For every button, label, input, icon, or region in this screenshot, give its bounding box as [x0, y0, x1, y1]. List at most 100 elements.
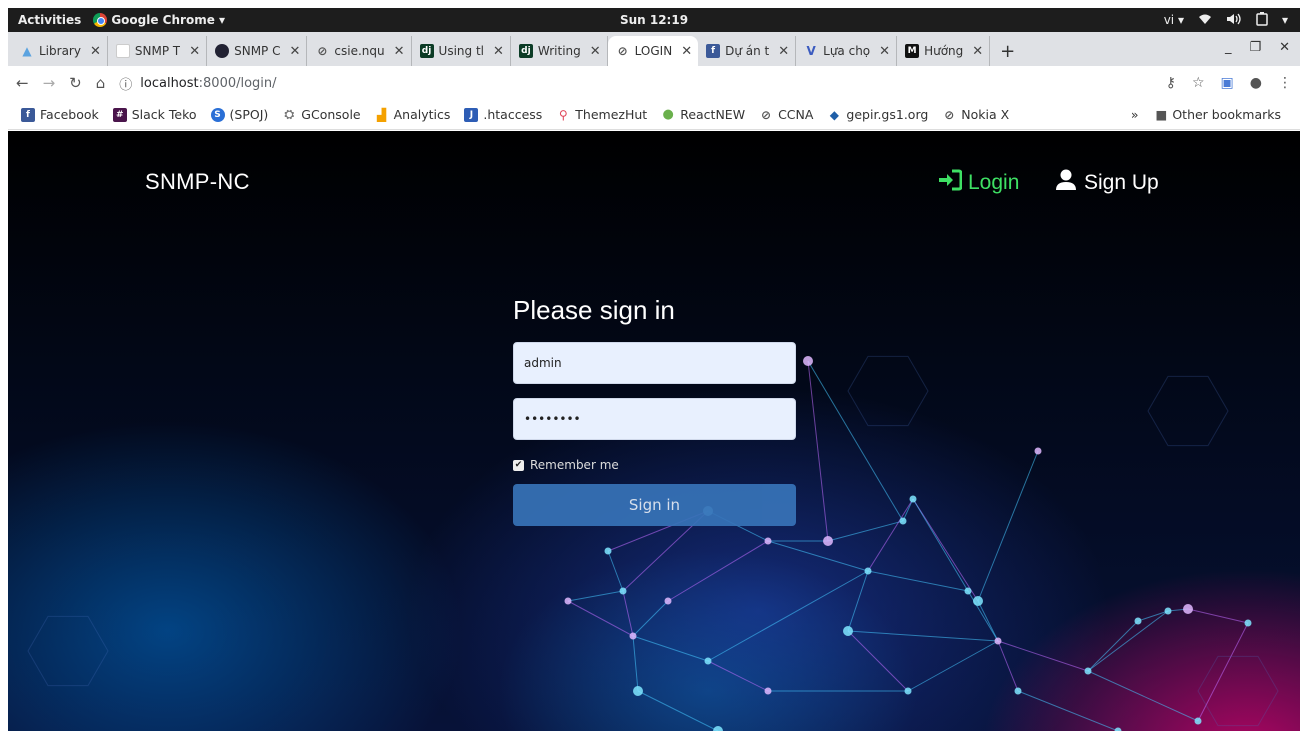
network-node [909, 495, 917, 503]
tab-writing[interactable]: dj Writing ✕ [511, 36, 608, 66]
globe-icon: ⊘ [944, 107, 955, 122]
menu-kebab-icon[interactable]: ⋮ [1278, 75, 1292, 91]
bookmark-analytics[interactable]: ▟ Analytics [368, 107, 458, 122]
translate-extension-icon[interactable]: ▣ [1221, 75, 1234, 91]
restore-icon[interactable]: ❐ [1249, 40, 1261, 55]
close-window-icon[interactable]: ✕ [1279, 40, 1290, 55]
network-edge [1087, 620, 1139, 672]
close-icon[interactable]: ✕ [879, 44, 890, 59]
tab-huong[interactable]: M Hướng ✕ [897, 36, 991, 66]
tab-using[interactable]: dj Using tl ✕ [412, 36, 511, 66]
battery-icon[interactable] [1256, 11, 1268, 29]
wifi-icon[interactable] [1198, 13, 1212, 28]
tab-snmp-t[interactable]: SNMP T ✕ [108, 36, 208, 66]
network-node [823, 536, 833, 546]
network-edge [707, 660, 769, 692]
network-node [629, 632, 637, 640]
network-node [973, 596, 983, 606]
new-tab-button[interactable]: + [990, 36, 1025, 66]
forward-arrow-icon[interactable]: → [43, 74, 56, 92]
network-edge [667, 540, 769, 602]
more-bookmarks-chevron[interactable]: » [1131, 107, 1139, 122]
hexagon-decoration [27, 615, 109, 687]
network-node [1194, 717, 1202, 725]
globe-icon: ⊘ [617, 44, 628, 58]
bookmark-htaccess[interactable]: J .htaccess [457, 107, 549, 122]
app-menu[interactable]: Google Chrome ▾ [93, 13, 225, 27]
tab-du-an[interactable]: f Dự án t ✕ [698, 36, 797, 66]
network-edge [707, 570, 869, 662]
system-tray[interactable]: vi ▾ ▾ [1164, 11, 1288, 29]
globe-icon: ⊘ [317, 44, 328, 58]
network-edge [1087, 610, 1169, 672]
close-icon[interactable]: ✕ [290, 44, 301, 59]
close-icon[interactable]: ✕ [394, 44, 405, 59]
bookmark-label: .htaccess [483, 107, 543, 122]
nav-login-link[interactable]: Login [938, 169, 1019, 197]
info-icon[interactable]: ⓘ [119, 74, 132, 93]
password-input[interactable] [513, 398, 796, 440]
slack-icon: # [112, 107, 127, 122]
tab-csie[interactable]: ⊘ csie.nqu ✕ [307, 36, 412, 66]
network-edge [632, 635, 709, 662]
bookmark-slack-teko[interactable]: # Slack Teko [106, 107, 204, 122]
medium-icon: M [905, 44, 920, 58]
network-edge [607, 550, 624, 592]
leaf-icon: ● [662, 107, 674, 122]
close-icon[interactable]: ✕ [681, 44, 692, 59]
other-bookmarks-folder[interactable]: ■ Other bookmarks [1149, 107, 1288, 122]
app-menu-label: Google Chrome ▾ [111, 13, 226, 27]
activities-button[interactable]: Activities [8, 13, 93, 27]
reload-icon[interactable]: ↻ [69, 74, 82, 92]
sign-in-button[interactable]: Sign in [513, 484, 796, 526]
gconsole-icon: ⛭ [284, 107, 295, 121]
system-menu-chevron-icon[interactable]: ▾ [1282, 13, 1288, 27]
close-icon[interactable]: ✕ [778, 44, 789, 59]
site-brand[interactable]: SNMP-NC [145, 169, 250, 195]
close-icon[interactable]: ✕ [590, 44, 601, 59]
tab-library[interactable]: ▲ Library ✕ [12, 36, 108, 66]
tab-title: SNMP T [134, 44, 181, 58]
tab-login[interactable]: ⊘ LOGIN ✕ [607, 36, 699, 66]
address-bar[interactable]: ⓘ localhost:8000/login/ [119, 70, 1151, 96]
network-edge [567, 590, 624, 602]
input-method-indicator[interactable]: vi ▾ [1164, 13, 1184, 27]
network-edge [622, 590, 634, 637]
nav-signup-link[interactable]: Sign Up [1055, 169, 1159, 197]
key-icon[interactable]: ⚷ [1166, 75, 1176, 91]
close-icon[interactable]: ✕ [189, 44, 200, 59]
bookmark-gepir[interactable]: ◆ gepir.gs1.org [820, 107, 935, 122]
tab-title: Hướng [924, 44, 964, 58]
network-edge [997, 640, 1019, 692]
bookmark-themezhut[interactable]: ⚲ ThemezHut [549, 107, 654, 122]
remember-me-row[interactable]: ✔ Remember me [513, 458, 796, 472]
close-icon[interactable]: ✕ [493, 44, 504, 59]
bookmark-nokia-x[interactable]: ⊘ Nokia X [935, 107, 1016, 122]
tab-lua-chon[interactable]: V Lựa chọ ✕ [796, 36, 898, 66]
folder-icon: ■ [1155, 107, 1168, 122]
url-host: localhost [140, 75, 199, 91]
bookmark-ccna[interactable]: ⊘ CCNA [752, 107, 820, 122]
network-edge [977, 600, 999, 642]
tab-snmp-c[interactable]: SNMP C ✕ [207, 36, 308, 66]
volume-icon[interactable] [1226, 13, 1242, 28]
username-input[interactable] [513, 342, 796, 384]
bookmark-gconsole[interactable]: ⛭ GConsole [275, 107, 367, 122]
back-arrow-icon[interactable]: ← [16, 74, 29, 92]
tab-title: SNMP C [234, 44, 281, 58]
home-icon[interactable]: ⌂ [96, 74, 106, 92]
star-icon[interactable]: ☆ [1192, 75, 1205, 91]
minimize-icon[interactable]: _ [1225, 40, 1232, 55]
bookmark-spoj[interactable]: S (SPOJ) [204, 107, 276, 122]
close-icon[interactable]: ✕ [972, 44, 983, 59]
clock[interactable]: Sun 12:19 [620, 13, 688, 27]
bookmark-reactnew[interactable]: ● ReactNEW [654, 107, 752, 122]
network-node [1164, 607, 1172, 615]
remember-me-checkbox[interactable]: ✔ [513, 459, 524, 471]
close-icon[interactable]: ✕ [90, 44, 101, 59]
bookmark-facebook[interactable]: f Facebook [14, 107, 106, 122]
profile-avatar-icon[interactable]: ● [1250, 75, 1262, 91]
spoj-icon: S [210, 107, 225, 122]
bookmarks-bar: f Facebook # Slack Teko S (SPOJ) ⛭ GConsole … [8, 100, 1300, 130]
facebook-icon: f [706, 44, 721, 58]
